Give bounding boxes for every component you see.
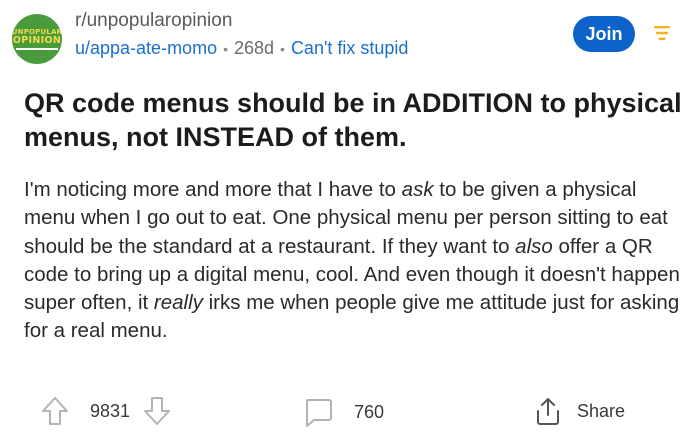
- comment-count: 760: [354, 401, 385, 422]
- arrow-down-icon[interactable]: [142, 395, 172, 427]
- post-meta: u/appa-ate-momo • 268d • Can't fix stupid: [75, 38, 408, 59]
- avatar-divider: [16, 48, 58, 50]
- share-icon: [537, 398, 559, 425]
- post-title[interactable]: QR code menus should be in ADDITION to p…: [24, 86, 684, 154]
- body-emphasis: ask: [401, 178, 434, 201]
- post-body: I'm noticing more and more that I have t…: [24, 176, 684, 346]
- meta-separator: •: [223, 41, 228, 57]
- vote-group: 9831: [40, 395, 172, 427]
- action-bar: 9831 760 Share: [0, 393, 700, 433]
- arrow-up-icon[interactable]: [40, 395, 70, 427]
- author-link[interactable]: u/appa-ate-momo: [75, 38, 217, 58]
- comments-button[interactable]: 760: [302, 396, 384, 428]
- sort-lines-icon[interactable]: [653, 25, 671, 41]
- share-label: Share: [577, 400, 626, 421]
- subreddit-avatar[interactable]: UNPOPULAR OPINION: [12, 14, 62, 64]
- share-button[interactable]: Share: [533, 395, 625, 427]
- post-header: UNPOPULAR OPINION r/unpopularopinion u/a…: [0, 0, 700, 74]
- meta-separator: •: [280, 41, 285, 57]
- vote-score: 9831: [90, 400, 131, 421]
- body-emphasis: really: [153, 291, 203, 315]
- post-age: 268d: [233, 38, 275, 58]
- post-flair[interactable]: Can't fix stupid: [291, 38, 409, 58]
- body-text: I'm noticing more and more that I have t…: [24, 178, 402, 201]
- join-button[interactable]: Join: [573, 16, 635, 52]
- subreddit-name[interactable]: r/unpopularopinion: [75, 10, 232, 32]
- comment-bubble-icon: [306, 399, 332, 427]
- body-emphasis: also: [515, 234, 553, 258]
- avatar-text-bottom: OPINION: [12, 35, 62, 46]
